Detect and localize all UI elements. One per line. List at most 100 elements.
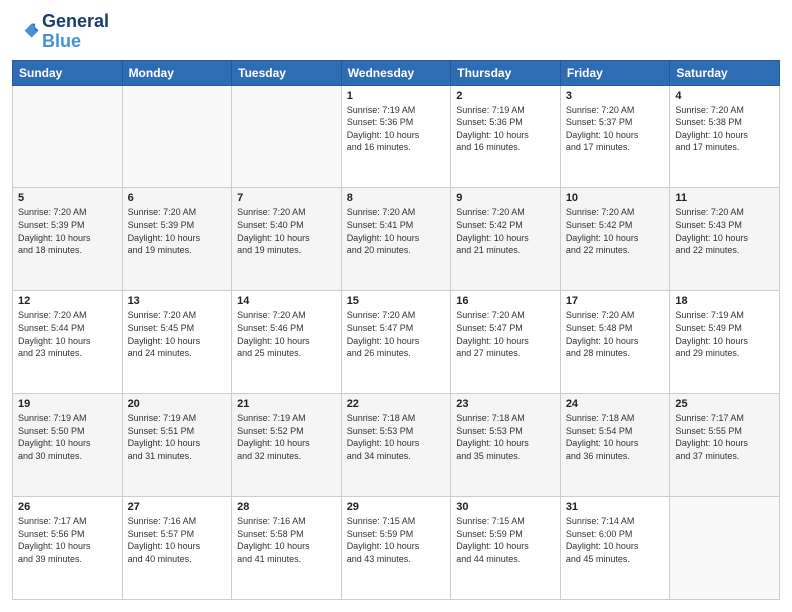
day-info: Sunrise: 7:20 AM Sunset: 5:45 PM Dayligh… <box>128 309 227 359</box>
day-number: 19 <box>18 398 117 410</box>
calendar-cell: 27 Sunrise: 7:16 AM Sunset: 5:57 PM Dayli… <box>122 497 232 600</box>
day-number: 13 <box>128 295 227 307</box>
day-info: Sunrise: 7:20 AM Sunset: 5:44 PM Dayligh… <box>18 309 117 359</box>
day-info: Sunrise: 7:18 AM Sunset: 5:53 PM Dayligh… <box>347 412 446 462</box>
day-number: 27 <box>128 501 227 513</box>
day-number: 30 <box>456 501 555 513</box>
calendar-week-row: 12 Sunrise: 7:20 AM Sunset: 5:44 PM Dayli… <box>13 291 780 394</box>
calendar-cell <box>670 497 780 600</box>
day-info: Sunrise: 7:18 AM Sunset: 5:54 PM Dayligh… <box>566 412 665 462</box>
calendar-cell: 3 Sunrise: 7:20 AM Sunset: 5:37 PM Daylig… <box>560 85 670 188</box>
calendar-cell: 17Sunrise: 7:20 AM Sunset: 5:48 PM Dayli… <box>560 291 670 394</box>
day-info: Sunrise: 7:20 AM Sunset: 5:39 PM Dayligh… <box>128 206 227 256</box>
day-number: 7 <box>237 192 336 204</box>
day-info: Sunrise: 7:16 AM Sunset: 5:57 PM Dayligh… <box>128 515 227 565</box>
day-number: 18 <box>675 295 774 307</box>
day-number: 4 <box>675 90 774 102</box>
calendar-cell: 26 Sunrise: 7:17 AM Sunset: 5:56 PM Dayli… <box>13 497 123 600</box>
calendar-cell: 28 Sunrise: 7:16 AM Sunset: 5:58 PM Dayli… <box>232 497 342 600</box>
calendar-cell: 5Sunrise: 7:20 AM Sunset: 5:39 PM Daylig… <box>13 188 123 291</box>
calendar-cell: 25Sunrise: 7:17 AM Sunset: 5:55 PM Dayli… <box>670 394 780 497</box>
day-number: 8 <box>347 192 446 204</box>
day-number: 2 <box>456 90 555 102</box>
day-info: Sunrise: 7:15 AM Sunset: 5:59 PM Dayligh… <box>347 515 446 565</box>
calendar-cell: 4 Sunrise: 7:20 AM Sunset: 5:38 PM Daylig… <box>670 85 780 188</box>
logo-icon <box>12 18 40 46</box>
calendar-cell: 22 Sunrise: 7:18 AM Sunset: 5:53 PM Dayli… <box>341 394 451 497</box>
day-info: Sunrise: 7:16 AM Sunset: 5:58 PM Dayligh… <box>237 515 336 565</box>
day-info: Sunrise: 7:20 AM Sunset: 5:37 PM Dayligh… <box>566 104 665 154</box>
day-info: Sunrise: 7:14 AM Sunset: 6:00 PM Dayligh… <box>566 515 665 565</box>
day-info: Sunrise: 7:20 AM Sunset: 5:47 PM Dayligh… <box>347 309 446 359</box>
calendar-cell: 14 Sunrise: 7:20 AM Sunset: 5:46 PM Dayli… <box>232 291 342 394</box>
day-number: 10 <box>566 192 665 204</box>
calendar-cell: 8 Sunrise: 7:20 AM Sunset: 5:41 PM Daylig… <box>341 188 451 291</box>
calendar-cell: 24 Sunrise: 7:18 AM Sunset: 5:54 PM Dayli… <box>560 394 670 497</box>
day-of-week-header: Monday <box>122 60 232 85</box>
day-number: 14 <box>237 295 336 307</box>
day-number: 28 <box>237 501 336 513</box>
day-number: 12 <box>18 295 117 307</box>
day-info: Sunrise: 7:20 AM Sunset: 5:47 PM Dayligh… <box>456 309 555 359</box>
calendar-cell: 31Sunrise: 7:14 AM Sunset: 6:00 PM Dayli… <box>560 497 670 600</box>
calendar-cell: 30 Sunrise: 7:15 AM Sunset: 5:59 PM Dayli… <box>451 497 561 600</box>
calendar-week-row: 1 Sunrise: 7:19 AM Sunset: 5:36 PM Daylig… <box>13 85 780 188</box>
calendar-cell: 18 Sunrise: 7:19 AM Sunset: 5:49 PM Dayli… <box>670 291 780 394</box>
day-info: Sunrise: 7:20 AM Sunset: 5:41 PM Dayligh… <box>347 206 446 256</box>
day-number: 26 <box>18 501 117 513</box>
day-info: Sunrise: 7:19 AM Sunset: 5:49 PM Dayligh… <box>675 309 774 359</box>
day-info: Sunrise: 7:19 AM Sunset: 5:50 PM Dayligh… <box>18 412 117 462</box>
calendar-week-row: 19 Sunrise: 7:19 AM Sunset: 5:50 PM Dayli… <box>13 394 780 497</box>
day-number: 29 <box>347 501 446 513</box>
day-info: Sunrise: 7:19 AM Sunset: 5:36 PM Dayligh… <box>347 104 446 154</box>
day-info: Sunrise: 7:20 AM Sunset: 5:48 PM Dayligh… <box>566 309 665 359</box>
day-info: Sunrise: 7:20 AM Sunset: 5:43 PM Dayligh… <box>675 206 774 256</box>
day-info: Sunrise: 7:20 AM Sunset: 5:38 PM Dayligh… <box>675 104 774 154</box>
calendar-cell: 2 Sunrise: 7:19 AM Sunset: 5:36 PM Daylig… <box>451 85 561 188</box>
header: General Blue <box>12 12 780 52</box>
calendar-cell: 11Sunrise: 7:20 AM Sunset: 5:43 PM Dayli… <box>670 188 780 291</box>
day-number: 1 <box>347 90 446 102</box>
day-of-week-header: Friday <box>560 60 670 85</box>
calendar-cell: 6 Sunrise: 7:20 AM Sunset: 5:39 PM Daylig… <box>122 188 232 291</box>
calendar-cell: 19 Sunrise: 7:19 AM Sunset: 5:50 PM Dayli… <box>13 394 123 497</box>
day-info: Sunrise: 7:20 AM Sunset: 5:42 PM Dayligh… <box>456 206 555 256</box>
calendar-cell: 20 Sunrise: 7:19 AM Sunset: 5:51 PM Dayli… <box>122 394 232 497</box>
day-number: 16 <box>456 295 555 307</box>
day-info: Sunrise: 7:19 AM Sunset: 5:36 PM Dayligh… <box>456 104 555 154</box>
calendar-cell <box>13 85 123 188</box>
day-number: 24 <box>566 398 665 410</box>
day-number: 9 <box>456 192 555 204</box>
calendar-cell: 9 Sunrise: 7:20 AM Sunset: 5:42 PM Daylig… <box>451 188 561 291</box>
day-info: Sunrise: 7:15 AM Sunset: 5:59 PM Dayligh… <box>456 515 555 565</box>
day-info: Sunrise: 7:20 AM Sunset: 5:42 PM Dayligh… <box>566 206 665 256</box>
day-number: 22 <box>347 398 446 410</box>
calendar-cell: 29 Sunrise: 7:15 AM Sunset: 5:59 PM Dayli… <box>341 497 451 600</box>
day-number: 3 <box>566 90 665 102</box>
page: General Blue SundayMondayTuesdayWednesda… <box>0 0 792 612</box>
calendar-cell: 1 Sunrise: 7:19 AM Sunset: 5:36 PM Daylig… <box>341 85 451 188</box>
day-info: Sunrise: 7:19 AM Sunset: 5:51 PM Dayligh… <box>128 412 227 462</box>
day-of-week-header: Saturday <box>670 60 780 85</box>
day-info: Sunrise: 7:19 AM Sunset: 5:52 PM Dayligh… <box>237 412 336 462</box>
calendar-week-row: 5 Sunrise: 7:20 AM Sunset: 5:39 PM Daylig… <box>13 188 780 291</box>
day-number: 5 <box>18 192 117 204</box>
day-info: Sunrise: 7:18 AM Sunset: 5:53 PM Dayligh… <box>456 412 555 462</box>
day-of-week-header: Sunday <box>13 60 123 85</box>
day-info: Sunrise: 7:20 AM Sunset: 5:46 PM Dayligh… <box>237 309 336 359</box>
day-number: 20 <box>128 398 227 410</box>
day-info: Sunrise: 7:17 AM Sunset: 5:56 PM Dayligh… <box>18 515 117 565</box>
logo: General Blue <box>12 12 109 52</box>
day-number: 23 <box>456 398 555 410</box>
calendar-cell: 23 Sunrise: 7:18 AM Sunset: 5:53 PM Dayli… <box>451 394 561 497</box>
calendar: SundayMondayTuesdayWednesdayThursdayFrid… <box>12 60 780 600</box>
day-number: 25 <box>675 398 774 410</box>
day-of-week-header: Wednesday <box>341 60 451 85</box>
calendar-cell: 7 Sunrise: 7:20 AM Sunset: 5:40 PM Daylig… <box>232 188 342 291</box>
calendar-header-row: SundayMondayTuesdayWednesdayThursdayFrid… <box>13 60 780 85</box>
calendar-cell: 12 Sunrise: 7:20 AM Sunset: 5:44 PM Dayli… <box>13 291 123 394</box>
day-info: Sunrise: 7:20 AM Sunset: 5:40 PM Dayligh… <box>237 206 336 256</box>
day-number: 6 <box>128 192 227 204</box>
calendar-cell: 10 Sunrise: 7:20 AM Sunset: 5:42 PM Dayli… <box>560 188 670 291</box>
calendar-cell: 16 Sunrise: 7:20 AM Sunset: 5:47 PM Dayli… <box>451 291 561 394</box>
